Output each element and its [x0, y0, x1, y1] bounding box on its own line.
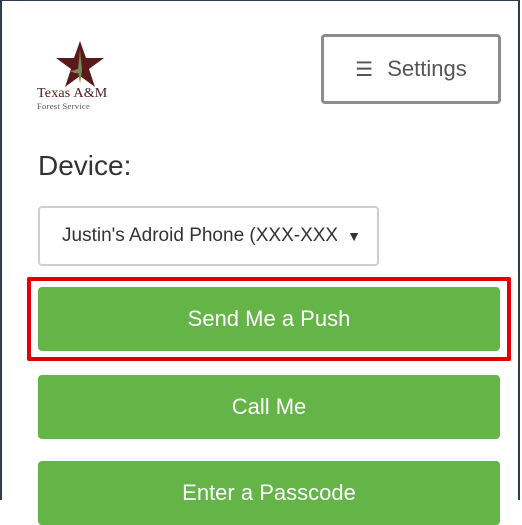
call-me-button[interactable]: Call Me — [38, 375, 500, 439]
send-push-button[interactable]: Send Me a Push — [38, 287, 500, 351]
settings-label: Settings — [387, 56, 467, 81]
enter-passcode-button[interactable]: Enter a Passcode — [38, 461, 500, 525]
device-select[interactable]: Justin's Adroid Phone (XXX-XXX- ▼ — [38, 206, 379, 266]
texas-am-forest-service-logo: Texas A&M Forest Service — [37, 40, 127, 114]
device-selected-value: Justin's Adroid Phone (XXX-XXX- — [62, 225, 337, 246]
star-logo-icon — [56, 41, 104, 87]
send-push-label: Send Me a Push — [187, 306, 351, 331]
caret-down-icon: ▼ — [347, 228, 361, 244]
logo-subtitle: Forest Service — [37, 101, 91, 111]
menu-icon: ☰ — [355, 58, 374, 81]
logo-name: Texas A&M — [37, 86, 108, 101]
enter-passcode-label: Enter a Passcode — [182, 480, 356, 505]
call-me-label: Call Me — [231, 394, 307, 419]
settings-button[interactable]: ☰ Settings — [321, 34, 501, 104]
device-label: Device: — [38, 150, 132, 181]
